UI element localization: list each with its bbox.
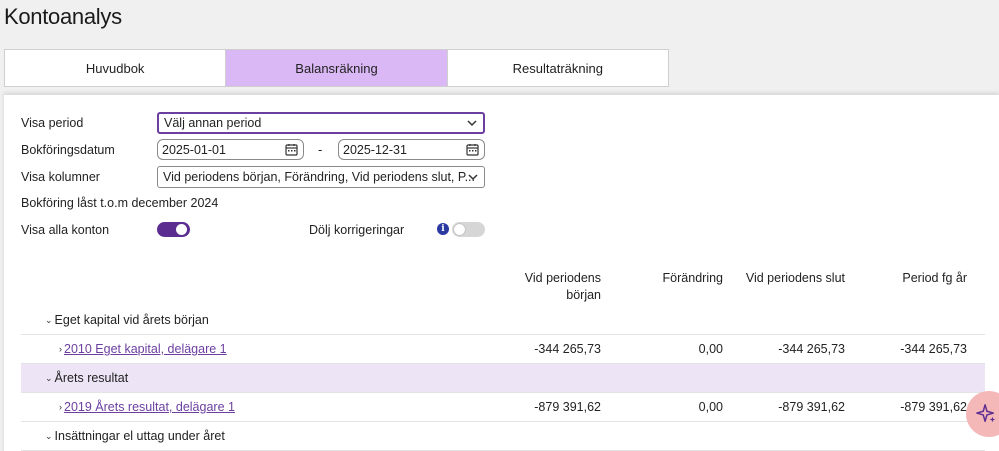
account-cell: › 2019 Årets resultat, delägare 1 — [59, 400, 235, 414]
account-link[interactable]: 2019 Årets resultat, delägare 1 — [64, 400, 235, 414]
value-prev-year: -344 265,73 — [900, 342, 967, 356]
value-end: -344 265,73 — [778, 342, 845, 356]
date-from-input[interactable]: 2025-01-01 — [157, 139, 304, 160]
group-label: ⌄ Årets resultat — [45, 371, 128, 385]
date-from-value: 2025-01-01 — [162, 142, 226, 157]
toggle-knob — [454, 224, 465, 235]
toggle-knob — [176, 224, 187, 235]
value-start: -879 391,62 — [534, 400, 601, 414]
calendar-icon[interactable] — [466, 143, 479, 156]
account-cell: › 2010 Eget kapital, delägare 1 — [59, 342, 227, 356]
chevron-down-icon: ⌄ — [45, 314, 53, 325]
date-to-value: 2025-12-31 — [343, 142, 407, 157]
column-header-prev-year: Period fg år — [902, 271, 967, 285]
columns-select[interactable]: Vid periodens början, Förändring, Vid pe… — [157, 166, 485, 188]
chevron-right-icon[interactable]: › — [59, 344, 62, 354]
chevron-right-icon[interactable]: › — [59, 402, 62, 412]
group-label-text: Eget kapital vid årets början — [54, 313, 209, 327]
content-panel: Visa period Välj annan period Bokförings… — [4, 95, 999, 451]
value-prev-year: -879 391,62 — [900, 400, 967, 414]
value-change: 0,00 — [698, 400, 723, 414]
tab-resultatrakning[interactable]: Resultaträkning — [448, 50, 668, 86]
chevron-down-icon — [468, 174, 478, 181]
period-select-value: Välj annan period — [164, 116, 262, 130]
tab-huvudbok[interactable]: Huvudbok — [5, 50, 227, 86]
table-row-group[interactable]: ⌄ Årets resultat — [21, 364, 985, 393]
date-label: Bokföringsdatum — [21, 143, 115, 157]
table-row: › 2019 Årets resultat, delägare 1 -879 3… — [21, 393, 985, 422]
value-end: -879 391,62 — [778, 400, 845, 414]
columns-select-value: Vid periodens början, Förändring, Vid pe… — [163, 170, 476, 184]
date-separator: - — [318, 142, 323, 157]
column-header-change: Förändring — [662, 271, 723, 285]
locked-status-text: Bokföring låst t.o.m december 2024 — [21, 196, 219, 210]
info-icon[interactable]: i — [437, 223, 449, 235]
date-to-input[interactable]: 2025-12-31 — [338, 139, 485, 160]
show-all-label: Visa alla konton — [21, 223, 110, 237]
sparkle-icon — [976, 404, 996, 423]
chevron-down-icon: ⌄ — [45, 372, 53, 383]
group-label-text: Insättningar el uttag under året — [54, 429, 225, 443]
period-select[interactable]: Välj annan period — [157, 112, 485, 134]
hide-corrections-toggle[interactable] — [452, 222, 485, 237]
page-title: Kontoanalys — [4, 4, 122, 29]
table-row-group[interactable]: ⌄ Eget kapital vid årets början — [21, 306, 985, 335]
table-row-group[interactable]: ⌄ Insättningar el uttag under året — [21, 422, 985, 451]
group-label-text: Årets resultat — [54, 371, 129, 385]
chevron-down-icon: ⌄ — [45, 430, 53, 441]
value-start: -344 265,73 — [534, 342, 601, 356]
chevron-down-icon — [467, 120, 477, 127]
column-header-start: Vid periodens början — [524, 271, 601, 302]
hide-corrections-label: Dölj korrigeringar — [309, 223, 405, 237]
group-label: ⌄ Eget kapital vid årets början — [45, 313, 209, 327]
value-change: 0,00 — [698, 342, 723, 356]
columns-label: Visa kolumner — [21, 170, 100, 184]
table-row: › 2010 Eget kapital, delägare 1 -344 265… — [21, 335, 985, 364]
tab-bar: Huvudbok Balansräkning Resultaträkning — [4, 49, 669, 87]
group-label: ⌄ Insättningar el uttag under året — [45, 429, 225, 443]
show-all-toggle[interactable] — [157, 222, 190, 237]
calendar-icon[interactable] — [285, 143, 298, 156]
account-link[interactable]: 2010 Eget kapital, delägare 1 — [64, 342, 227, 356]
period-label: Visa period — [21, 116, 84, 130]
column-header-end: Vid periodens slut — [745, 271, 845, 285]
tab-balansrakning[interactable]: Balansräkning — [226, 50, 448, 86]
